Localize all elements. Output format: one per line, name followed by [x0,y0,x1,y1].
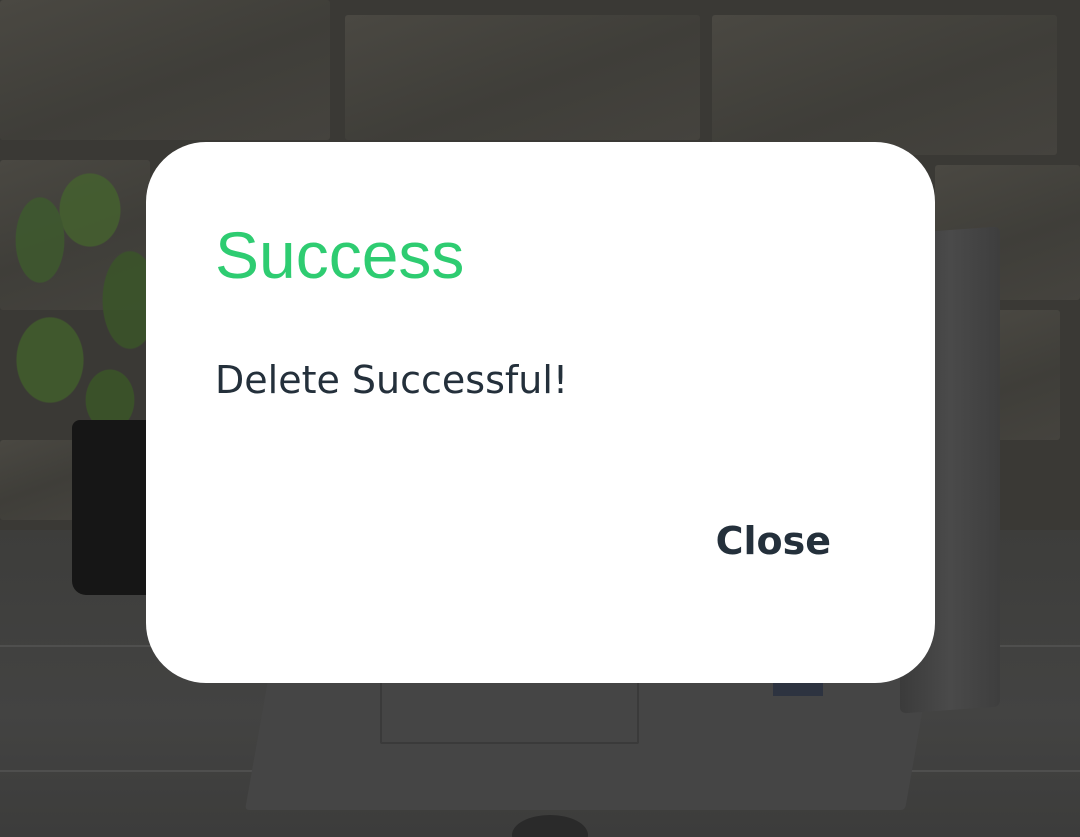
wall-brick [0,0,330,140]
dialog-title: Success [215,218,465,292]
success-dialog: Success Delete Successful! Close [146,142,935,683]
close-button[interactable]: Close [710,517,837,567]
laptop-trackpad [380,680,639,744]
laptop-sticker [773,682,823,696]
dialog-message: Delete Successful! [215,358,569,402]
screen: Success Delete Successful! Close [0,0,1080,837]
wall-brick [712,15,1057,155]
wall-brick [345,15,700,140]
